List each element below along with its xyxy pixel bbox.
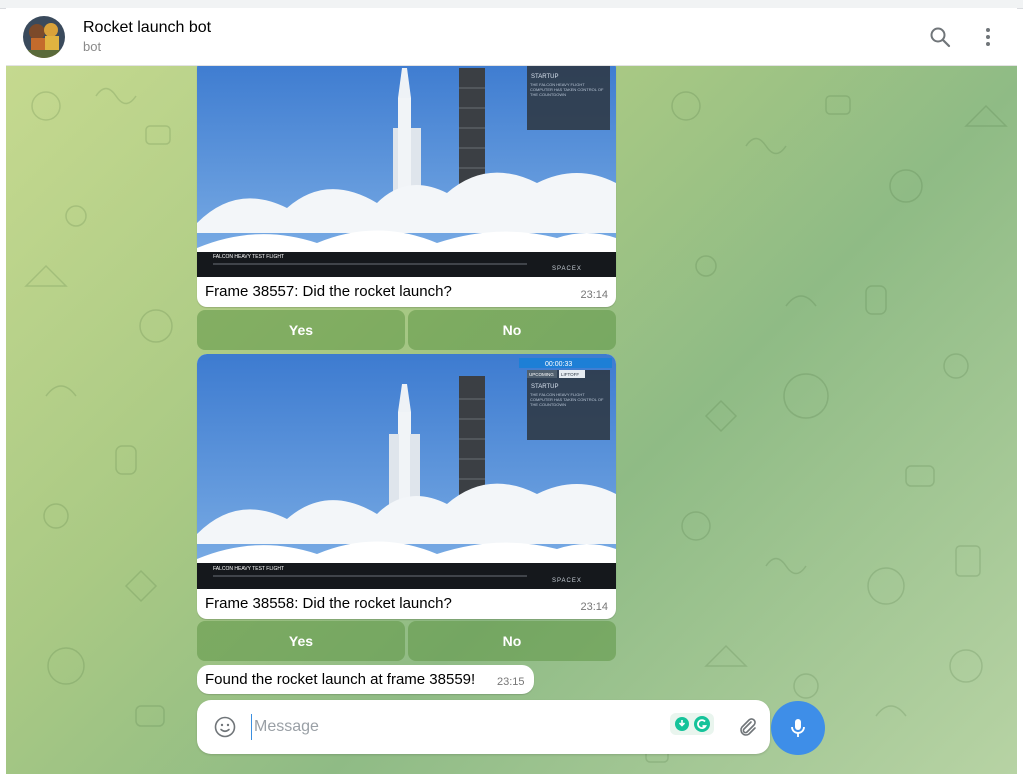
message-composer: [197, 700, 770, 754]
message-caption: Frame 38558: Did the rocket launch? 23:1…: [197, 589, 616, 619]
photo-message[interactable]: 00:00:33 UPCOMING LIFTOFF STARTUP THE FA…: [197, 354, 616, 619]
chat-title: Rocket launch bot: [83, 19, 212, 36]
overlay-status-title: STARTUP: [531, 384, 558, 390]
grammarly-icon[interactable]: [670, 713, 714, 735]
caption-text: Frame 38557: Did the rocket launch?: [205, 283, 452, 300]
overlay-tag-upcoming: UPCOMING: [529, 372, 554, 377]
chat-area[interactable]: STARTUP THE FALCON HEAVY FLIGHT COMPUTER…: [6, 66, 1017, 774]
overlay-status-title: STARTUP: [531, 74, 558, 80]
message-text: Found the rocket launch at frame 38559!: [205, 671, 476, 688]
launch-frame-image[interactable]: 00:00:33 UPCOMING LIFTOFF STARTUP THE FA…: [197, 354, 616, 589]
no-button[interactable]: No: [408, 621, 616, 661]
text-message[interactable]: Found the rocket launch at frame 38559! …: [197, 665, 534, 694]
message-caption: Frame 38557: Did the rocket launch? 23:1…: [197, 277, 616, 307]
caption-text: Frame 38558: Did the rocket launch?: [205, 595, 452, 612]
chat-header: Rocket launch bot bot: [6, 8, 1017, 66]
more-vert-icon[interactable]: [976, 25, 1000, 49]
search-icon[interactable]: [928, 25, 952, 49]
message-time: 23:15: [497, 676, 525, 688]
inline-keyboard: Yes No: [197, 310, 616, 350]
chat-subtitle: bot: [83, 39, 102, 54]
no-button[interactable]: No: [408, 310, 616, 350]
emoji-icon[interactable]: [213, 715, 237, 739]
overlay-tag-liftoff: LIFTOFF: [561, 372, 579, 377]
bot-avatar[interactable]: [23, 16, 65, 58]
message-time: 23:14: [580, 601, 608, 613]
message-input[interactable]: [251, 714, 656, 740]
overlay-brand: SPACEX: [552, 266, 582, 272]
microphone-icon[interactable]: [771, 701, 825, 755]
message-time: 23:14: [580, 289, 608, 301]
yes-button[interactable]: Yes: [197, 310, 405, 350]
overlay-status-text: THE FALCON HEAVY FLIGHT COMPUTER HAS TAK…: [530, 82, 604, 97]
paperclip-icon[interactable]: [735, 715, 759, 739]
yes-button[interactable]: Yes: [197, 621, 405, 661]
overlay-flight-banner: FALCON HEAVY TEST FLIGHT: [213, 254, 284, 260]
overlay-status-text: THE FALCON HEAVY FLIGHT COMPUTER HAS TAK…: [530, 392, 604, 407]
overlay-clock: 00:00:33: [545, 361, 572, 368]
inline-keyboard: Yes No: [197, 621, 616, 661]
launch-frame-image[interactable]: STARTUP THE FALCON HEAVY FLIGHT COMPUTER…: [197, 66, 616, 277]
overlay-brand: SPACEX: [552, 578, 582, 584]
overlay-flight-banner: FALCON HEAVY TEST FLIGHT: [213, 566, 284, 572]
photo-message[interactable]: STARTUP THE FALCON HEAVY FLIGHT COMPUTER…: [197, 66, 616, 307]
